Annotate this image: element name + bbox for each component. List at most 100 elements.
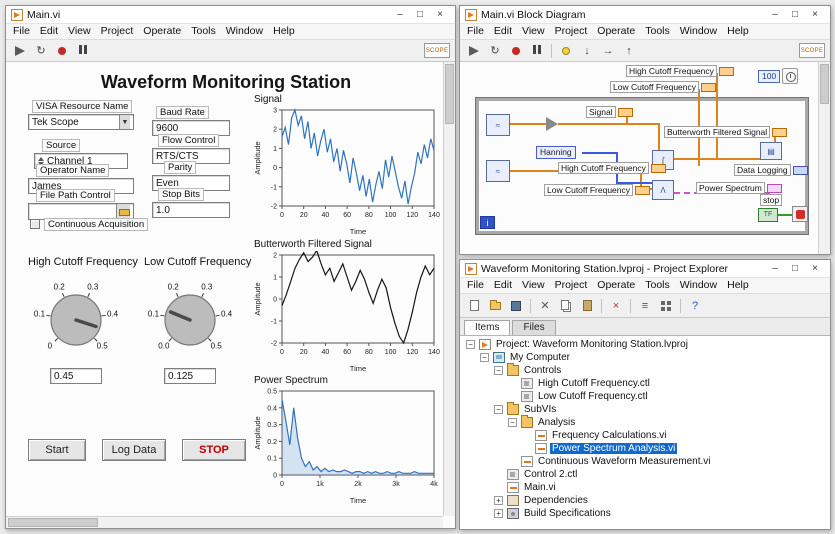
pause-button[interactable] — [74, 42, 92, 60]
close-button[interactable]: × — [430, 7, 450, 23]
tree-expander[interactable]: − — [466, 340, 475, 349]
maximize-button[interactable]: □ — [785, 261, 805, 277]
menu-file[interactable]: File — [462, 278, 489, 293]
tree-expander[interactable]: − — [494, 405, 503, 414]
menu-view[interactable]: View — [517, 278, 550, 293]
highlight-execution-button[interactable] — [557, 42, 575, 60]
tree-expander[interactable]: − — [494, 366, 503, 375]
cut-button[interactable]: ✕ — [536, 297, 554, 315]
minimize-button[interactable]: – — [390, 7, 410, 23]
tree-item[interactable]: Control 2.ctl — [460, 468, 830, 481]
stop-bits-input[interactable]: 1.0 — [152, 202, 230, 218]
write-measurement-node[interactable]: ▤ — [760, 142, 782, 160]
chevron-down-icon[interactable]: ▼ — [119, 115, 130, 129]
menu-file[interactable]: File — [462, 24, 489, 39]
run-continuous-button[interactable]: ↻ — [32, 42, 50, 60]
menu-edit[interactable]: Edit — [489, 24, 517, 39]
daq-read-node-2[interactable]: ≈ — [486, 160, 510, 182]
step-over-button[interactable]: → — [599, 42, 617, 60]
menu-help[interactable]: Help — [268, 24, 300, 39]
stop-boolean-terminal[interactable]: TF — [758, 208, 778, 222]
menu-window[interactable]: Window — [675, 278, 722, 293]
continuous-acquisition-checkbox[interactable] — [30, 219, 40, 229]
title-bar[interactable]: Waveform Monitoring Station.lvproj - Pro… — [460, 260, 830, 278]
scrollbar-thumb[interactable] — [820, 64, 829, 104]
horizontal-scrollbar[interactable] — [6, 516, 443, 528]
menu-tools[interactable]: Tools — [640, 278, 675, 293]
pause-button[interactable] — [528, 42, 546, 60]
menu-view[interactable]: View — [63, 24, 96, 39]
menu-edit[interactable]: Edit — [35, 24, 63, 39]
waveform-terminal[interactable] — [618, 108, 633, 117]
menu-operate[interactable]: Operate — [592, 24, 640, 39]
scrollbar-thumb[interactable] — [8, 518, 98, 527]
tree-item[interactable]: −Project: Waveform Monitoring Station.lv… — [460, 338, 830, 351]
tree-expander[interactable]: − — [480, 353, 489, 362]
title-bar[interactable]: Main.vi – □ × — [6, 6, 455, 24]
string-terminal[interactable] — [793, 166, 808, 175]
menu-view[interactable]: View — [517, 24, 550, 39]
tree-expander[interactable]: + — [494, 509, 503, 518]
help-button[interactable]: ? — [686, 297, 704, 315]
tree-item[interactable]: −Controls — [460, 364, 830, 377]
menu-operate[interactable]: Operate — [592, 278, 640, 293]
menu-operate[interactable]: Operate — [138, 24, 186, 39]
menu-edit[interactable]: Edit — [489, 278, 517, 293]
title-bar[interactable]: Main.vi Block Diagram – □ × — [460, 6, 830, 24]
tab-items[interactable]: Items — [464, 320, 510, 335]
numeric-terminal[interactable] — [635, 186, 650, 195]
start-button[interactable]: Start — [28, 439, 86, 461]
tree-expander[interactable]: + — [494, 496, 503, 505]
tree-item[interactable]: Low Cutoff Frequency.ctl — [460, 390, 830, 403]
menu-help[interactable]: Help — [722, 24, 754, 39]
menu-project[interactable]: Project — [96, 24, 139, 39]
tree-item[interactable]: Power Spectrum Analysis.vi — [460, 442, 830, 455]
run-button[interactable] — [11, 42, 29, 60]
tree-item[interactable]: −SubVIs — [460, 403, 830, 416]
low-cutoff-knob[interactable]: 0.00.10.20.30.40.5 — [134, 270, 246, 366]
menu-project[interactable]: Project — [550, 278, 593, 293]
tree-item[interactable]: Main.vi — [460, 481, 830, 494]
tree-item[interactable]: −Analysis — [460, 416, 830, 429]
wait-ms-constant[interactable]: 100 — [758, 70, 780, 83]
grid-view-button[interactable] — [657, 297, 675, 315]
run-button[interactable] — [465, 42, 483, 60]
wait-clock-icon[interactable] — [782, 68, 798, 84]
tree-item[interactable]: Continuous Waveform Measurement.vi — [460, 455, 830, 468]
menu-tools[interactable]: Tools — [186, 24, 221, 39]
high-cutoff-knob[interactable]: 00.10.20.30.40.5 — [20, 270, 132, 366]
save-button[interactable] — [507, 297, 525, 315]
step-out-button[interactable]: ↑ — [620, 42, 638, 60]
menu-tools[interactable]: Tools — [640, 24, 675, 39]
stop-button[interactable]: STOP — [182, 439, 246, 461]
waveform-terminal[interactable] — [772, 128, 787, 137]
tree-item[interactable]: Frequency Calculations.vi — [460, 429, 830, 442]
convert-node[interactable] — [546, 117, 558, 131]
tree-item[interactable]: High Cutoff Frequency.ctl — [460, 377, 830, 390]
visa-resource-dropdown[interactable]: Tek Scope ▼ — [28, 114, 134, 130]
iteration-terminal[interactable]: i — [480, 216, 495, 229]
scrollbar-thumb[interactable] — [445, 64, 454, 124]
menu-project[interactable]: Project — [550, 24, 593, 39]
daq-read-node[interactable]: ≈ — [486, 114, 510, 136]
vertical-scrollbar[interactable] — [443, 62, 455, 516]
spectrum-express-node[interactable]: Ʌ — [652, 180, 674, 200]
log-data-button[interactable]: Log Data — [102, 439, 166, 461]
menu-file[interactable]: File — [8, 24, 35, 39]
minimize-button[interactable]: – — [765, 261, 785, 277]
maximize-button[interactable]: □ — [410, 7, 430, 23]
list-view-button[interactable]: ≡ — [636, 297, 654, 315]
tree-item[interactable]: +Build Specifications — [460, 507, 830, 520]
copy-button[interactable] — [557, 297, 575, 315]
high-cutoff-value-field[interactable]: 0.45 — [50, 368, 102, 384]
menu-window[interactable]: Window — [675, 24, 722, 39]
numeric-terminal[interactable] — [719, 67, 734, 76]
loop-condition-terminal[interactable] — [792, 206, 808, 222]
tree-item[interactable]: −My Computer — [460, 351, 830, 364]
abort-button[interactable] — [507, 42, 525, 60]
browse-folder-icon[interactable] — [116, 204, 130, 219]
low-cutoff-value-field[interactable]: 0.125 — [164, 368, 216, 384]
close-button[interactable]: × — [805, 261, 825, 277]
tree-expander[interactable]: − — [508, 418, 517, 427]
new-file-button[interactable] — [465, 297, 483, 315]
